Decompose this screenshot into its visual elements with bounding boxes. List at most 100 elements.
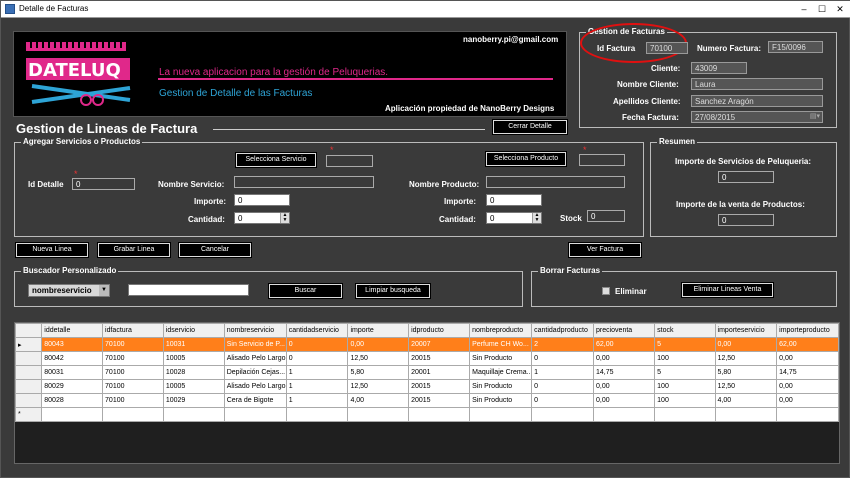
row-header[interactable]: ▸ [14,337,43,352]
table-cell[interactable]: Depilación Cejas... [223,365,287,380]
table-cell[interactable] [654,407,716,422]
table-cell[interactable]: 14,75 [592,365,656,380]
table-cell[interactable] [714,407,778,422]
cantidad-servicio-stepper[interactable]: 0 ▲ ▼ [234,212,290,224]
nueva-linea-button[interactable]: Nueva Linea [16,243,88,257]
table-cell[interactable]: 20015 [408,351,471,366]
table-cell[interactable]: 12,50 [714,351,778,366]
table-cell[interactable]: 0,00 [776,379,839,394]
table-cell[interactable]: 0,00 [776,351,839,366]
selecciona-servicio-button[interactable]: Selecciona Servicio [236,153,316,167]
table-cell[interactable]: 80028 [41,393,104,408]
table-cell[interactable] [223,407,287,422]
table-cell[interactable]: 100 [654,393,716,408]
table-cell[interactable]: 70100 [102,393,164,408]
table-cell[interactable]: 10029 [162,393,225,408]
maximize-button[interactable]: ☐ [815,3,829,15]
column-header-cantidadproducto[interactable]: cantidadproducto [531,323,594,338]
column-header-precioventa[interactable]: precioventa [592,323,656,338]
producto-id-field[interactable] [579,154,625,166]
table-cell[interactable]: 70100 [102,365,164,380]
stock-field[interactable]: 0 [587,210,625,222]
table-cell[interactable]: 12,50 [347,379,410,394]
table-cell[interactable]: 20001 [408,365,471,380]
numero-factura-field[interactable]: F15/0096 [768,41,823,53]
spin-arrows-icon[interactable]: ▲ ▼ [280,213,289,223]
dropdown-chevron-icon[interactable]: ▼ [99,285,109,296]
minimize-button[interactable]: – [797,3,811,15]
column-header-nombreproducto[interactable]: nombreproducto [469,323,533,338]
column-header-importeproducto[interactable]: importeproducto [776,323,839,338]
buscar-button[interactable]: Buscar [269,284,342,298]
table-cell[interactable]: 20015 [408,379,471,394]
column-header-idfactura[interactable]: idfactura [102,323,164,338]
apellidos-cliente-field[interactable]: Sanchez Aragón [691,95,823,107]
table-cell[interactable]: 100 [654,351,716,366]
table-cell[interactable]: 12,50 [347,351,410,366]
table-cell[interactable]: 0,00 [592,379,656,394]
table-cell[interactable]: 4,00 [714,393,778,408]
table-row[interactable]: 80031 70100 10028 Depilación Cejas... 1 5,80 2… [14,365,839,380]
table-cell[interactable] [469,407,533,422]
cantidad-producto-stepper[interactable]: 0 ▲ ▼ [486,212,542,224]
column-header-importeservicio[interactable]: importeservicio [714,323,778,338]
table-cell[interactable] [102,407,164,422]
nombre-producto-field[interactable] [486,176,625,188]
table-cell[interactable]: 10005 [162,351,225,366]
calendar-dropdown-icon[interactable]: ▤▾ [810,112,820,121]
table-cell[interactable]: 0,00 [592,351,656,366]
table-cell[interactable]: 0 [285,351,349,366]
table-cell[interactable]: 10031 [162,337,225,352]
table-cell[interactable]: 1 [285,365,349,380]
id-factura-field[interactable]: 70100 [646,42,688,54]
new-row[interactable]: * [14,407,839,422]
close-button[interactable]: ✕ [833,3,847,15]
table-cell[interactable]: 100 [654,379,716,394]
table-cell[interactable]: 20007 [408,337,471,352]
table-cell[interactable] [347,407,410,422]
table-cell[interactable]: 10028 [162,365,225,380]
row-header[interactable] [14,393,43,408]
search-input[interactable] [128,284,249,296]
nombre-servicio-field[interactable] [234,176,374,188]
table-cell[interactable]: 70100 [102,337,164,352]
table-cell[interactable]: 14,75 [776,365,839,380]
table-cell[interactable] [776,407,839,422]
column-header-iddetalle[interactable]: iddetalle [41,323,104,338]
table-cell[interactable]: 70100 [102,379,164,394]
detalle-grid[interactable]: iddetalle idfactura idservicio nombreservic… [14,322,840,464]
limpiar-busqueda-button[interactable]: Limpiar busqueda [356,284,430,298]
table-cell[interactable] [41,407,104,422]
table-cell[interactable]: Sin Producto [469,379,533,394]
fecha-factura-field[interactable]: 27/08/2015 ▤▾ [691,111,823,123]
row-header[interactable] [14,379,43,394]
row-header[interactable] [14,351,43,366]
nombre-cliente-field[interactable]: Laura [691,78,823,90]
table-cell[interactable]: Alisado Pelo Largo [223,351,287,366]
servicio-id-field[interactable] [326,155,373,167]
table-cell[interactable]: 1 [531,365,594,380]
eliminar-checkbox[interactable] [602,287,610,295]
id-detalle-field[interactable]: 0 [72,178,135,190]
table-cell[interactable] [592,407,656,422]
column-header-stock[interactable]: stock [654,323,716,338]
importe-servicio-field[interactable]: 0 [234,194,290,206]
ver-factura-button[interactable]: Ver Factura [569,243,641,257]
table-cell[interactable]: 1 [285,393,349,408]
table-row[interactable]: ▸ 80043 70100 10031 Sin Servicio de P... 0 0,0… [14,337,839,352]
table-cell[interactable]: 4,00 [347,393,410,408]
table-cell[interactable]: 5,80 [714,365,778,380]
table-cell[interactable]: 2 [531,337,594,352]
table-cell[interactable]: 0 [285,337,349,352]
table-cell[interactable]: 70100 [102,351,164,366]
column-header-idservicio[interactable]: idservicio [162,323,225,338]
table-cell[interactable]: Maquillaje Crema... [469,365,533,380]
table-cell[interactable]: 0,00 [714,337,778,352]
table-row[interactable]: 80028 70100 10029 Cera de Bigote 1 4,00 20015 S… [14,393,839,408]
table-cell[interactable]: 12,50 [714,379,778,394]
table-cell[interactable]: Cera de Bigote [223,393,287,408]
table-cell[interactable]: 0 [531,351,594,366]
table-cell[interactable]: 80031 [41,365,104,380]
table-cell[interactable]: Alisado Pelo Largo [223,379,287,394]
table-cell[interactable]: 62,00 [592,337,656,352]
